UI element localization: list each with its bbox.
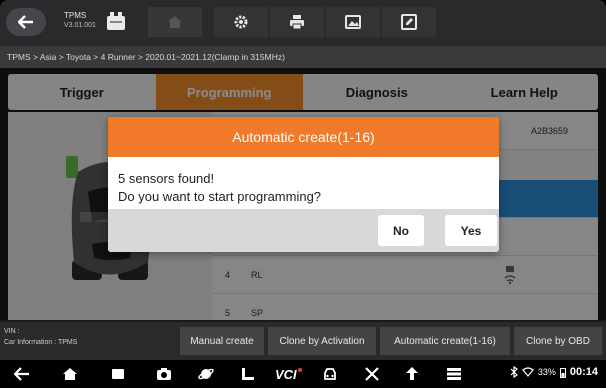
wifi-icon [521,367,534,377]
breadcrumb: TPMS > Asia > Toyota > 4 Runner > 2020.0… [0,46,606,68]
car-icon [324,368,336,380]
vci-icon: VCI [275,367,302,382]
report-button[interactable] [382,7,436,37]
image-icon [345,15,361,29]
vehicle-button[interactable] [320,365,340,383]
recents-icon [112,369,124,379]
function-bar: VIN : Car Information : TPMS Manual crea… [0,322,606,360]
upload-button[interactable] [402,365,422,383]
automatic-create-button[interactable]: Automatic create(1-16) [380,327,510,355]
dialog-footer: No Yes [108,209,499,252]
yes-button[interactable]: Yes [445,215,497,246]
up-arrow-icon [406,367,418,380]
nav-recents-button[interactable] [108,365,128,383]
home-icon [63,368,77,380]
back-button[interactable] [6,8,46,36]
back-arrow-icon [14,367,29,381]
car-information-label: Car Information : TPMS [4,339,78,346]
gear-icon [234,15,248,29]
planet-icon [198,368,214,380]
dialog-title: Automatic create(1-16) [108,117,499,157]
list-icon [447,368,461,380]
settings-button[interactable] [214,7,268,37]
tools-button[interactable] [238,365,258,383]
ruler-icon [242,368,254,380]
menu-button[interactable] [444,365,464,383]
app-frame: TPMS V3.01.001 TPMS > Asia > Toyota > 4 … [0,0,606,388]
vci-button[interactable]: VCI [274,365,304,383]
battery-icon [559,367,566,378]
manual-create-button[interactable]: Manual create [180,327,264,355]
automatic-create-dialog: Automatic create(1-16) 5 sensors found! … [108,117,499,252]
dialog-message-line2: Do you want to start programming? [118,189,322,204]
bluetooth-icon [510,366,518,378]
nav-home-button[interactable] [60,365,80,383]
clone-by-activation-button[interactable]: Clone by Activation [268,327,376,355]
home-button[interactable] [148,7,202,37]
browser-button[interactable] [196,365,216,383]
back-arrow-icon [18,15,33,29]
printer-icon [290,15,304,30]
nav-back-button[interactable] [12,365,32,383]
edit-icon [401,14,417,30]
camera-button[interactable] [154,365,174,383]
print-button[interactable] [270,7,324,37]
status-area: 33% 00:14 [510,366,598,378]
app-title: TPMS [64,11,87,20]
dialog-message-line1: 5 sensors found! [118,171,215,186]
camera-icon [157,368,171,380]
top-toolbar: TPMS V3.01.001 [0,0,606,46]
clone-by-obd-button[interactable]: Clone by OBD [514,327,602,355]
screenshot-button[interactable] [326,7,380,37]
wrench-icon [365,367,379,381]
system-navigation-bar: VCI 33% 00:14 [0,360,606,388]
no-button[interactable]: No [378,215,424,246]
tpms-app-icon [106,10,126,32]
repair-button[interactable] [362,365,382,383]
svg-text:VCI: VCI [275,367,297,382]
app-version: V3.01.001 [64,22,96,29]
clock: 00:14 [569,366,598,378]
battery-percent: 33% [537,367,556,377]
home-icon [168,16,182,28]
vin-label: VIN : [4,328,20,335]
